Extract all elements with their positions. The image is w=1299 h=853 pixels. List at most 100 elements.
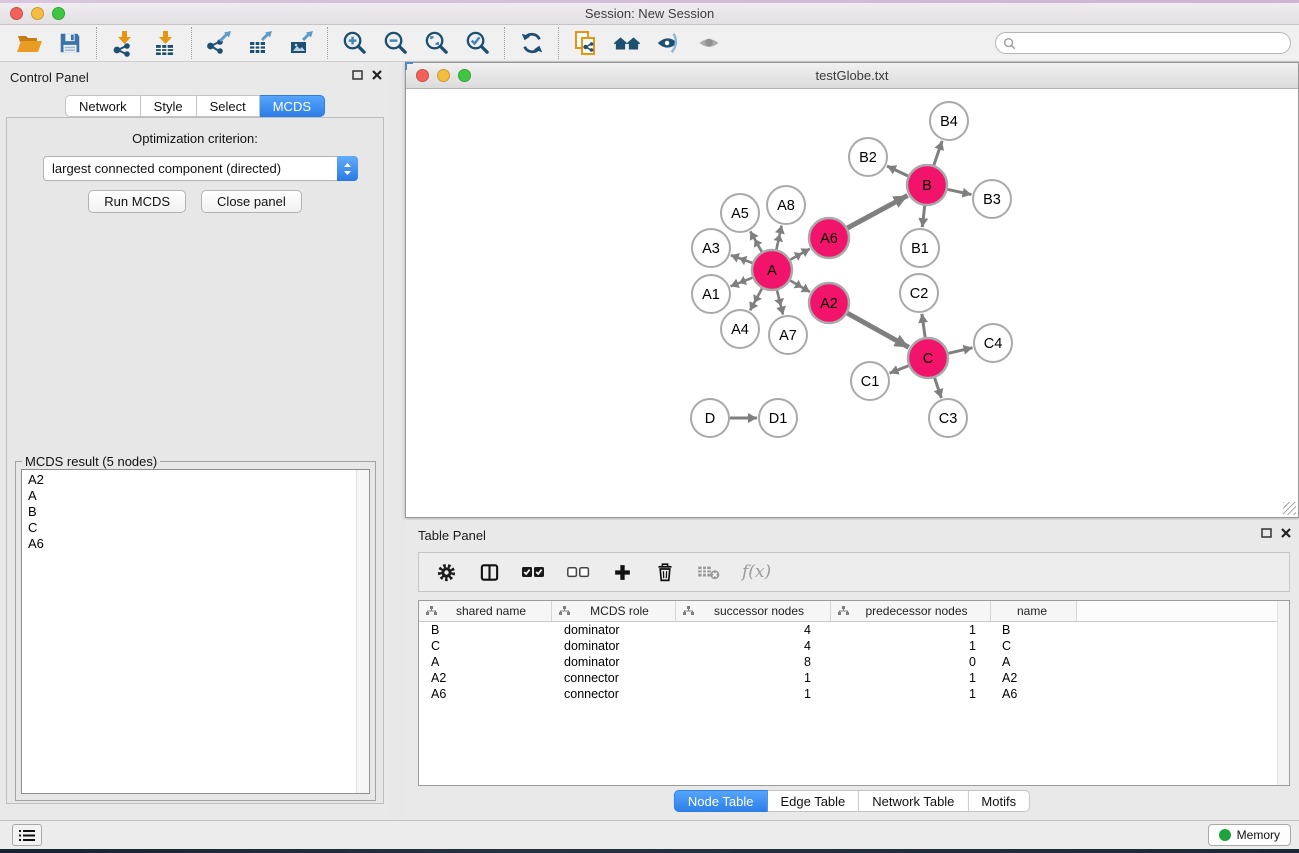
network-canvas[interactable]: AA1A2A3A4A5A6A7A8BB1B2B3B4CC1C2C3C4DD1 — [406, 90, 1298, 517]
graph-edge-A-A3[interactable] — [731, 255, 752, 263]
select-all-button[interactable] — [521, 560, 545, 584]
zoom-fit-icon — [423, 30, 450, 57]
graph-edge-C-C3[interactable] — [935, 378, 942, 398]
graphics-details-button[interactable] — [688, 27, 729, 60]
table-row[interactable]: A6connector11A6 — [419, 686, 1289, 702]
search-input[interactable] — [1020, 36, 1283, 51]
open-session-button[interactable] — [8, 27, 49, 60]
mcds-result-item[interactable]: A2 — [28, 472, 369, 488]
tab-edge-table[interactable]: Edge Table — [767, 790, 859, 812]
graph-edge-A-A5[interactable] — [750, 231, 761, 251]
column-header-predecessor-nodes[interactable]: predecessor nodes — [831, 601, 991, 621]
graph-edge-C-C1[interactable] — [890, 366, 909, 374]
graph-edge-A-A1[interactable] — [731, 278, 753, 287]
function-builder-button[interactable]: f(x) — [742, 560, 771, 584]
apply-layout-button[interactable] — [511, 27, 552, 60]
export-table-button[interactable] — [239, 27, 280, 60]
graph-node-label-A1: A1 — [702, 287, 720, 303]
zoom-in-button[interactable] — [334, 27, 375, 60]
table-row[interactable]: A2connector11A2 — [419, 670, 1289, 686]
memory-button[interactable]: Memory — [1208, 824, 1291, 846]
table-row[interactable]: Bdominator41B — [419, 622, 1289, 638]
memory-status-icon — [1219, 829, 1231, 841]
graph-edge-A-A6[interactable] — [790, 249, 810, 260]
show-columns-button[interactable] — [478, 560, 500, 584]
search-box — [995, 32, 1291, 54]
column-header-successor-nodes[interactable]: successor nodes — [676, 601, 831, 621]
import-table-button[interactable] — [144, 27, 185, 60]
graph-edge-B-B2[interactable] — [887, 166, 908, 176]
task-history-button[interactable] — [12, 824, 42, 846]
mcds-result-item[interactable]: A6 — [28, 536, 369, 552]
refresh-layout-icon — [519, 30, 545, 56]
table-settings-button[interactable] — [435, 560, 457, 584]
graph-node-label-A3: A3 — [702, 241, 720, 257]
graph-edge-B-B3[interactable] — [948, 189, 972, 194]
tab-style[interactable]: Style — [141, 95, 197, 117]
add-column-button[interactable] — [611, 560, 633, 584]
graph-edge-A-A2[interactable] — [790, 281, 810, 292]
table-cell: 0 — [831, 655, 991, 669]
save-floppy-icon — [57, 30, 83, 56]
graph-edge-B-B4[interactable] — [934, 141, 942, 165]
clone-network-button[interactable] — [565, 27, 606, 60]
graph-edge-B-B1[interactable] — [922, 206, 924, 227]
import-network-button[interactable] — [103, 27, 144, 60]
float-panel-icon[interactable] — [352, 70, 363, 80]
zoom-selected-button[interactable] — [457, 27, 498, 60]
save-session-button[interactable] — [49, 27, 90, 60]
network-window-titlebar[interactable]: testGlobe.txt — [406, 63, 1298, 89]
graph-edge-A-A7[interactable] — [777, 290, 783, 314]
tab-select[interactable]: Select — [197, 95, 260, 117]
deselect-all-icon — [566, 564, 590, 580]
open-folder-icon — [15, 29, 43, 57]
search-icon — [1003, 37, 1016, 50]
column-header-shared-name[interactable]: shared name — [419, 601, 552, 621]
import-network-icon — [110, 29, 138, 57]
column-header-mcds-role[interactable]: MCDS role — [552, 601, 676, 621]
zoom-out-button[interactable] — [375, 27, 416, 60]
delete-table-button[interactable] — [697, 560, 721, 584]
trash-icon — [655, 562, 675, 583]
tab-node-table[interactable]: Node Table — [674, 790, 768, 812]
frame-resize-grip[interactable] — [1283, 502, 1296, 515]
mcds-result-item[interactable]: C — [28, 520, 369, 536]
zoom-fit-button[interactable] — [416, 27, 457, 60]
close-panel-button[interactable]: Close panel — [201, 190, 302, 213]
mcds-result-item[interactable]: A — [28, 488, 369, 504]
table-row[interactable]: Adominator80A — [419, 654, 1289, 670]
column-header-name[interactable]: name — [991, 601, 1077, 621]
run-mcds-button[interactable]: Run MCDS — [88, 190, 186, 213]
close-panel-icon[interactable] — [372, 70, 382, 80]
mcds-list-scrollbar[interactable] — [356, 470, 369, 793]
eye-slash-icon — [654, 30, 682, 56]
criterion-dropdown[interactable]: largest connected component (directed) — [43, 156, 358, 181]
zoom-selected-icon — [464, 30, 491, 57]
tab-network[interactable]: Network — [65, 95, 141, 117]
hide-selected-button[interactable] — [647, 27, 688, 60]
export-image-button[interactable] — [280, 27, 321, 60]
tab-mcds[interactable]: MCDS — [260, 95, 325, 117]
table-scrollbar[interactable] — [1277, 601, 1289, 785]
network-window-title: testGlobe.txt — [406, 68, 1298, 83]
table-row[interactable]: Cdominator41C — [419, 638, 1289, 654]
graph-edge-C-C2[interactable] — [922, 314, 925, 337]
graph-edge-A-A4[interactable] — [750, 288, 762, 310]
export-network-button[interactable] — [198, 27, 239, 60]
table-cell: A6 — [991, 687, 1077, 701]
mcds-tab-content: Optimization criterion: largest connecte… — [6, 117, 384, 804]
mcds-result-item[interactable]: B — [28, 504, 369, 520]
close-table-panel-icon[interactable] — [1281, 528, 1291, 538]
graph-edge-A6-B[interactable] — [847, 195, 907, 228]
deselect-all-button[interactable] — [566, 560, 590, 584]
graph-edge-A-A8[interactable] — [776, 226, 781, 250]
graph-node-label-B1: B1 — [911, 241, 929, 257]
tab-network-table[interactable]: Network Table — [859, 790, 968, 812]
select-all-icon — [521, 564, 545, 580]
float-table-panel-icon[interactable] — [1261, 528, 1272, 538]
show-all-button[interactable] — [606, 27, 647, 60]
delete-column-button[interactable] — [654, 560, 676, 584]
tab-motifs[interactable]: Motifs — [968, 790, 1030, 812]
graph-edge-A2-C[interactable] — [847, 313, 908, 347]
graph-edge-C-C4[interactable] — [948, 348, 972, 354]
